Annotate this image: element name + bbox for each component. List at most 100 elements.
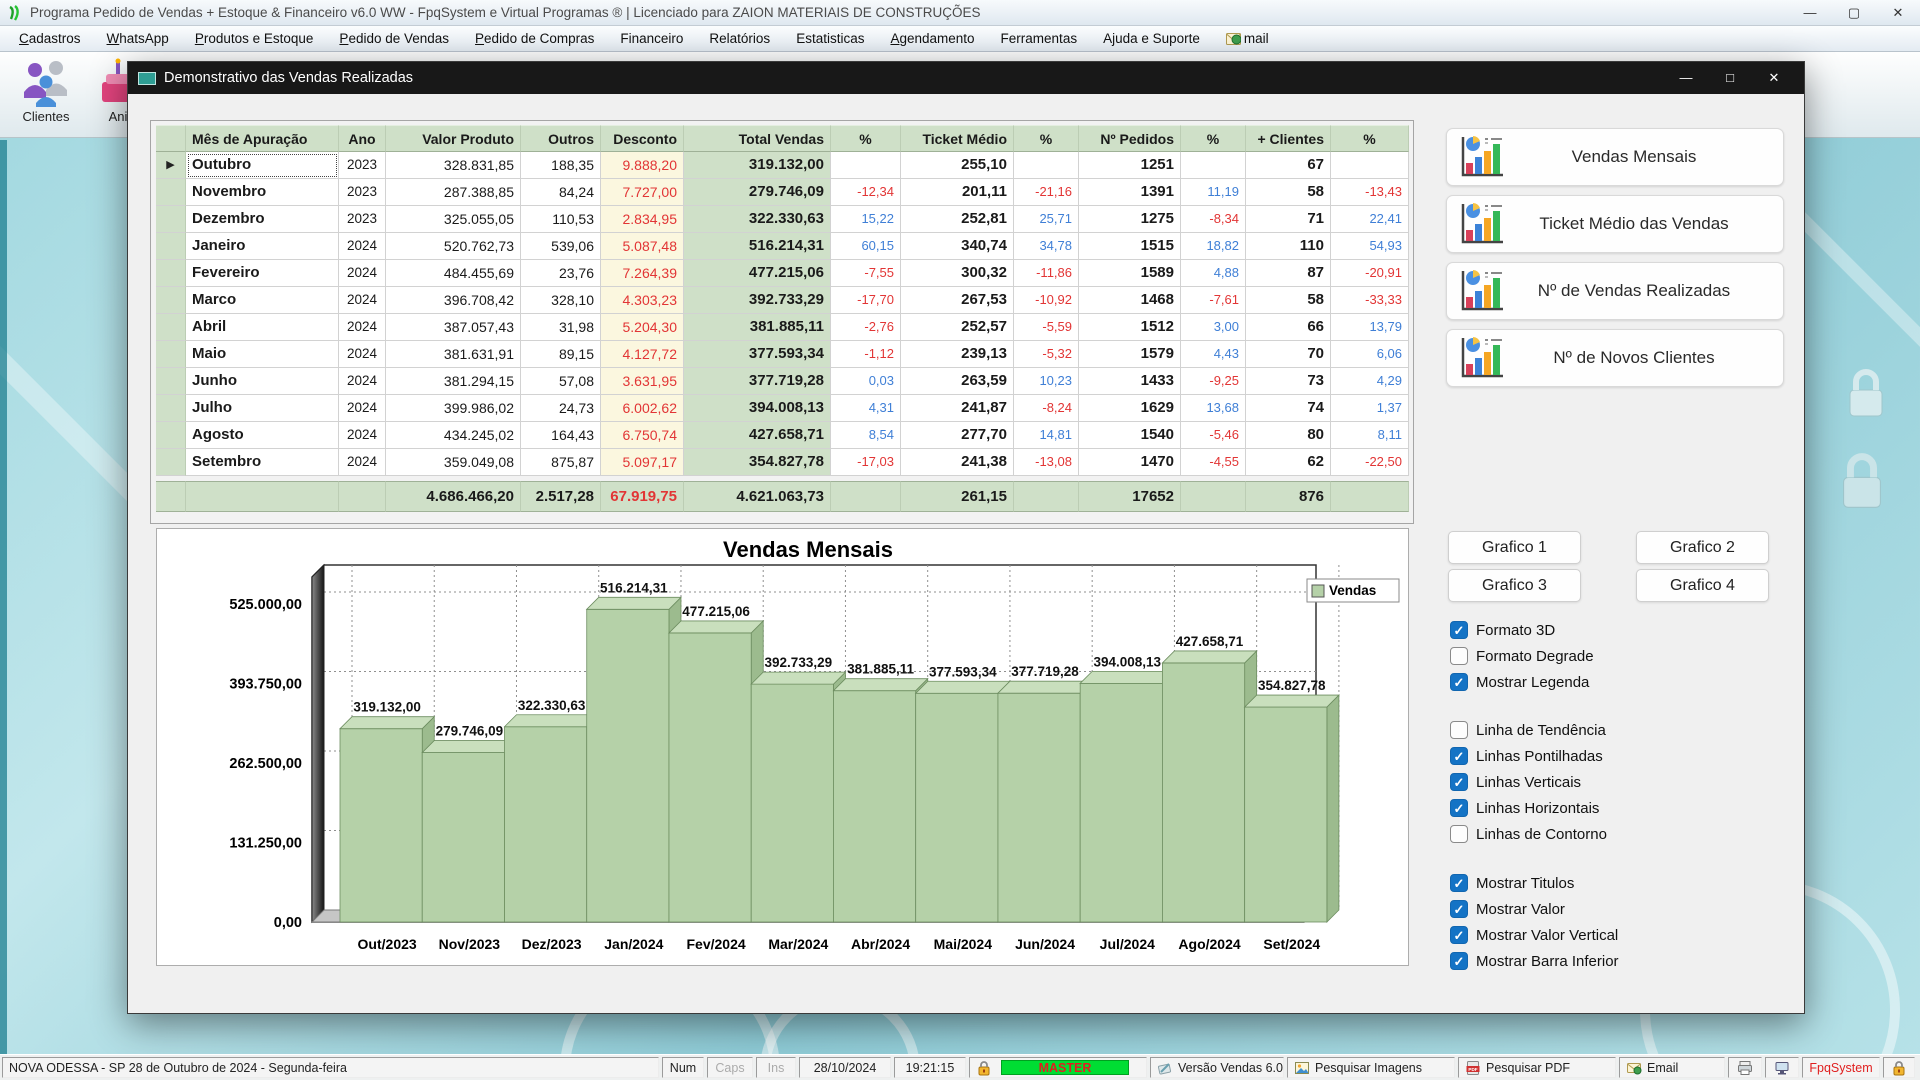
column-header-month[interactable]: Mês de Apuração [186, 125, 339, 152]
grafico-button-1[interactable]: Grafico 1 [1448, 531, 1581, 564]
cell-ticket[interactable]: 241,87 [901, 395, 1014, 422]
cell-valor[interactable]: 381.294,15 [386, 368, 521, 395]
cell-desconto[interactable]: 5.087,48 [601, 233, 684, 260]
cell-clientes[interactable]: 73 [1246, 368, 1331, 395]
status-network-button[interactable] [1765, 1057, 1799, 1078]
row-selector[interactable] [156, 341, 186, 368]
menu-item-cadastros[interactable]: Cadastros [6, 26, 94, 52]
cell-ticket_pct[interactable]: -5,59 [1014, 314, 1079, 341]
row-selector[interactable] [156, 287, 186, 314]
cell-ticket[interactable]: 241,38 [901, 449, 1014, 476]
cell-desconto[interactable]: 4.127,72 [601, 341, 684, 368]
cell-ticket[interactable]: 252,81 [901, 206, 1014, 233]
status-search-pdf-button[interactable]: PDFPesquisar PDF [1458, 1057, 1616, 1078]
cell-pedidos[interactable]: 1251 [1079, 152, 1181, 179]
cell-clientes[interactable]: 74 [1246, 395, 1331, 422]
menu-item-agendamento[interactable]: Agendamento [877, 26, 987, 52]
cell-total[interactable]: 427.658,71 [684, 422, 831, 449]
cell-pedidos[interactable]: 1512 [1079, 314, 1181, 341]
cell-desconto[interactable]: 5.204,30 [601, 314, 684, 341]
cell-outros[interactable]: 31,98 [521, 314, 601, 341]
column-header-outros[interactable]: Outros [521, 125, 601, 152]
cell-month[interactable]: Janeiro [186, 233, 339, 260]
cell-desconto[interactable]: 9.888,20 [601, 152, 684, 179]
cell-year[interactable]: 2024 [339, 368, 386, 395]
cell-total[interactable]: 394.008,13 [684, 395, 831, 422]
cell-ticket[interactable]: 263,59 [901, 368, 1014, 395]
column-header-clientes_pct[interactable]: % [1331, 125, 1409, 152]
cell-pedidos_pct[interactable]: 3,00 [1181, 314, 1246, 341]
checkbox-checked-icon[interactable]: ✓ [1450, 621, 1468, 639]
checkbox-unchecked-icon[interactable] [1450, 825, 1468, 843]
cell-pedidos_pct[interactable]: -7,61 [1181, 287, 1246, 314]
cell-clientes_pct[interactable]: 13,79 [1331, 314, 1409, 341]
dialog-minimize-button[interactable]: — [1664, 62, 1708, 94]
menu-item-ajuda-e-suporte[interactable]: Ajuda e Suporte [1090, 26, 1213, 52]
cell-pedidos[interactable]: 1515 [1079, 233, 1181, 260]
cell-ticket[interactable]: 239,13 [901, 341, 1014, 368]
cell-outros[interactable]: 24,73 [521, 395, 601, 422]
cell-month[interactable]: Julho [186, 395, 339, 422]
cell-outros[interactable]: 539,06 [521, 233, 601, 260]
cell-ticket_pct[interactable]: 34,78 [1014, 233, 1079, 260]
cell-outros[interactable]: 164,43 [521, 422, 601, 449]
menu-item-whatsapp[interactable]: WhatsApp [94, 26, 182, 52]
cell-total[interactable]: 377.719,28 [684, 368, 831, 395]
cell-total_pct[interactable]: -17,03 [831, 449, 901, 476]
column-header-total[interactable]: Total Vendas [684, 125, 831, 152]
table-row[interactable]: Abril2024387.057,4331,985.204,30381.885,… [156, 314, 1409, 341]
minimize-button[interactable]: — [1788, 5, 1832, 21]
cell-total[interactable]: 279.746,09 [684, 179, 831, 206]
cell-ticket_pct[interactable]: -5,32 [1014, 341, 1079, 368]
cell-pedidos_pct[interactable] [1181, 152, 1246, 179]
row-selector[interactable] [156, 179, 186, 206]
cell-year[interactable]: 2024 [339, 422, 386, 449]
row-selector[interactable] [156, 260, 186, 287]
cell-outros[interactable]: 84,24 [521, 179, 601, 206]
checkbox-checked-icon[interactable]: ✓ [1450, 900, 1468, 918]
cell-valor[interactable]: 484.455,69 [386, 260, 521, 287]
cell-month[interactable]: Maio [186, 341, 339, 368]
cell-pedidos[interactable]: 1540 [1079, 422, 1181, 449]
table-row[interactable]: Janeiro2024520.762,73539,065.087,48516.2… [156, 233, 1409, 260]
cell-clientes[interactable]: 66 [1246, 314, 1331, 341]
cell-year[interactable]: 2023 [339, 206, 386, 233]
checkbox-mostrar-barra-inferior[interactable]: ✓Mostrar Barra Inferior [1450, 950, 1619, 972]
cell-ticket[interactable]: 252,57 [901, 314, 1014, 341]
cell-total[interactable]: 319.132,00 [684, 152, 831, 179]
checkbox-unchecked-icon[interactable] [1450, 647, 1468, 665]
cell-clientes[interactable]: 70 [1246, 341, 1331, 368]
cell-valor[interactable]: 287.388,85 [386, 179, 521, 206]
table-row[interactable]: Novembro2023287.388,8584,247.727,00279.7… [156, 179, 1409, 206]
cell-pedidos[interactable]: 1589 [1079, 260, 1181, 287]
cell-clientes[interactable]: 71 [1246, 206, 1331, 233]
cell-ticket[interactable]: 277,70 [901, 422, 1014, 449]
cell-pedidos_pct[interactable]: -9,25 [1181, 368, 1246, 395]
cell-ticket_pct[interactable]: -13,08 [1014, 449, 1079, 476]
menu-item-pedido-de-compras[interactable]: Pedido de Compras [462, 26, 607, 52]
grafico-button-4[interactable]: Grafico 4 [1636, 569, 1769, 602]
cell-clientes[interactable]: 67 [1246, 152, 1331, 179]
cell-valor[interactable]: 387.057,43 [386, 314, 521, 341]
status-search-images-button[interactable]: Pesquisar Imagens [1287, 1057, 1455, 1078]
cell-total_pct[interactable]: 60,15 [831, 233, 901, 260]
dialog-close-button[interactable]: ✕ [1752, 62, 1796, 94]
cell-valor[interactable]: 359.049,08 [386, 449, 521, 476]
cell-clientes[interactable]: 62 [1246, 449, 1331, 476]
cell-year[interactable]: 2024 [339, 314, 386, 341]
cell-ticket_pct[interactable]: 10,23 [1014, 368, 1079, 395]
cell-valor[interactable]: 328.831,85 [386, 152, 521, 179]
cell-year[interactable]: 2024 [339, 341, 386, 368]
table-row[interactable]: Fevereiro2024484.455,6923,767.264,39477.… [156, 260, 1409, 287]
cell-month[interactable]: Agosto [186, 422, 339, 449]
cell-pedidos_pct[interactable]: 11,19 [1181, 179, 1246, 206]
checkbox-linhas-verticais[interactable]: ✓Linhas Verticais [1450, 771, 1581, 793]
cell-total_pct[interactable]: 15,22 [831, 206, 901, 233]
status-email-button[interactable]: Email [1619, 1057, 1725, 1078]
menu-item-financeiro[interactable]: Financeiro [607, 26, 696, 52]
cell-clientes_pct[interactable]: 22,41 [1331, 206, 1409, 233]
cell-outros[interactable]: 328,10 [521, 287, 601, 314]
cell-desconto[interactable]: 7.264,39 [601, 260, 684, 287]
cell-pedidos_pct[interactable]: 13,68 [1181, 395, 1246, 422]
table-row[interactable]: Junho2024381.294,1557,083.631,95377.719,… [156, 368, 1409, 395]
